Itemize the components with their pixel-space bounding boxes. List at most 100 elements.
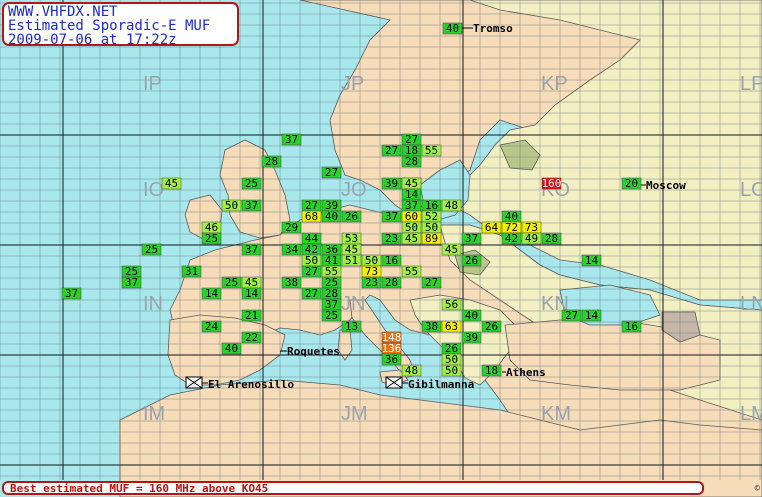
muf-report-value: 36 (385, 353, 398, 366)
city-label-gibilmanna: Gibilmanna (408, 378, 474, 391)
muf-report-value: 38 (425, 320, 438, 333)
muf-report: 45 (441, 243, 462, 256)
muf-report-value: 22 (245, 331, 258, 344)
muf-report-value: 37 (65, 287, 78, 300)
muf-report-value: 68 (305, 210, 318, 223)
muf-report-value: 13 (345, 320, 358, 333)
muf-report: 23 (361, 276, 382, 289)
muf-report: 56 (441, 298, 462, 311)
grid-field-label: LM (740, 403, 762, 425)
grid-field-label: IO (143, 179, 164, 201)
muf-report: 37 (241, 243, 262, 256)
muf-report-value: 25 (205, 232, 218, 245)
muf-report: 26 (341, 210, 362, 223)
muf-report-value: 39 (465, 331, 478, 344)
muf-report-value: 63 (445, 320, 458, 333)
muf-report-value: 28 (545, 232, 558, 245)
muf-report: 40 (442, 22, 463, 35)
site-name: WWW.VHFDX.NET (8, 4, 118, 20)
muf-report: 22 (241, 331, 262, 344)
muf-report: 24 (201, 320, 222, 333)
grid-field-label: IM (143, 403, 165, 425)
grid-field-label: JO (341, 179, 367, 201)
muf-report-value: 37 (245, 243, 258, 256)
muf-report: 25 (141, 243, 162, 256)
muf-report: 25 (221, 276, 242, 289)
muf-report: 55 (401, 265, 422, 278)
muf-report: 40 (321, 210, 342, 223)
muf-report-value: 27 (305, 265, 318, 278)
muf-report: 38 (421, 320, 442, 333)
muf-report: 26 (481, 320, 502, 333)
muf-report: 45 (401, 232, 422, 245)
muf-report-value: 42 (505, 232, 518, 245)
muf-report: 40 (221, 342, 242, 355)
muf-report-value: 21 (245, 309, 258, 322)
muf-report: 14 (581, 254, 602, 267)
muf-report: 55 (421, 144, 442, 157)
muf-report: 89 (421, 232, 442, 245)
muf-report: 27 (421, 276, 442, 289)
grid-field-label: KM (541, 403, 571, 425)
muf-report-value: 14 (205, 287, 219, 300)
muf-report-value: 27 (325, 166, 338, 179)
muf-report: 14 (241, 287, 262, 300)
muf-report-value: 40 (465, 309, 478, 322)
muf-report-value: 27 (385, 144, 398, 157)
city-label-el-arenosillo: El Arenosillo (208, 378, 294, 391)
muf-report: 37 (61, 287, 82, 300)
grid-field-label: JM (341, 403, 368, 425)
muf-report: 64 (481, 221, 502, 234)
muf-report: 68 (301, 210, 322, 223)
muf-report-value: 23 (365, 276, 378, 289)
muf-report-value: 55 (405, 265, 418, 278)
muf-report: 48 (441, 199, 462, 212)
muf-map-window: IP JP KP LP IO JO KO LO IN JN KN LN IM J… (0, 0, 762, 497)
muf-report-value: 39 (385, 177, 398, 190)
muf-report: 29 (281, 221, 302, 234)
muf-report: 37 (241, 199, 262, 212)
muf-report-value: 20 (625, 177, 638, 190)
muf-report: 14 (581, 309, 602, 322)
grid-field-label: KP (541, 73, 568, 95)
muf-report-value: 28 (405, 155, 418, 168)
muf-report: 34 (281, 243, 302, 256)
muf-report-value: 56 (445, 298, 458, 311)
muf-report: 23 (381, 232, 402, 245)
muf-report: 49 (521, 232, 542, 245)
muf-report: 25 (201, 232, 222, 245)
muf-report-value: 26 (465, 254, 478, 267)
muf-report: 160 (542, 177, 562, 190)
muf-report-value: 34 (285, 243, 299, 256)
muf-report-value: 26 (485, 320, 498, 333)
muf-report: 42 (501, 232, 522, 245)
muf-report-value: 25 (325, 309, 338, 322)
copyright-mark: © (754, 484, 760, 494)
muf-report-value: 25 (245, 177, 258, 190)
muf-report-value: 55 (425, 144, 438, 157)
muf-report: 63 (441, 320, 462, 333)
muf-report-value: 27 (425, 276, 438, 289)
europe-muf-map[interactable]: IP JP KP LP IO JO KO LO IN JN KN LN IM J… (0, 0, 762, 497)
muf-report-value: 40 (225, 342, 238, 355)
muf-report-value: 27 (565, 309, 578, 322)
muf-report: 28 (541, 232, 562, 245)
muf-report-value: 37 (465, 232, 478, 245)
muf-report: 40 (461, 309, 482, 322)
muf-report-value: 25 (225, 276, 238, 289)
muf-report: 28 (401, 155, 422, 168)
muf-report-value: 37 (245, 199, 258, 212)
muf-report: 20 (621, 177, 642, 190)
map-title: Estimated Sporadic-E MUF (8, 18, 211, 34)
muf-report-value: 37 (125, 276, 138, 289)
muf-report-value: 49 (525, 232, 538, 245)
muf-report-value: 31 (185, 265, 198, 278)
muf-report-value: 16 (385, 254, 398, 267)
grid-field-label: LN (740, 293, 762, 315)
muf-report-value: 160 (542, 177, 562, 190)
muf-report-value: 50 (445, 364, 458, 377)
muf-report-value: 14 (585, 309, 599, 322)
muf-report-value: 14 (245, 287, 259, 300)
muf-report-value: 14 (585, 254, 599, 267)
muf-report-value: 26 (345, 210, 358, 223)
